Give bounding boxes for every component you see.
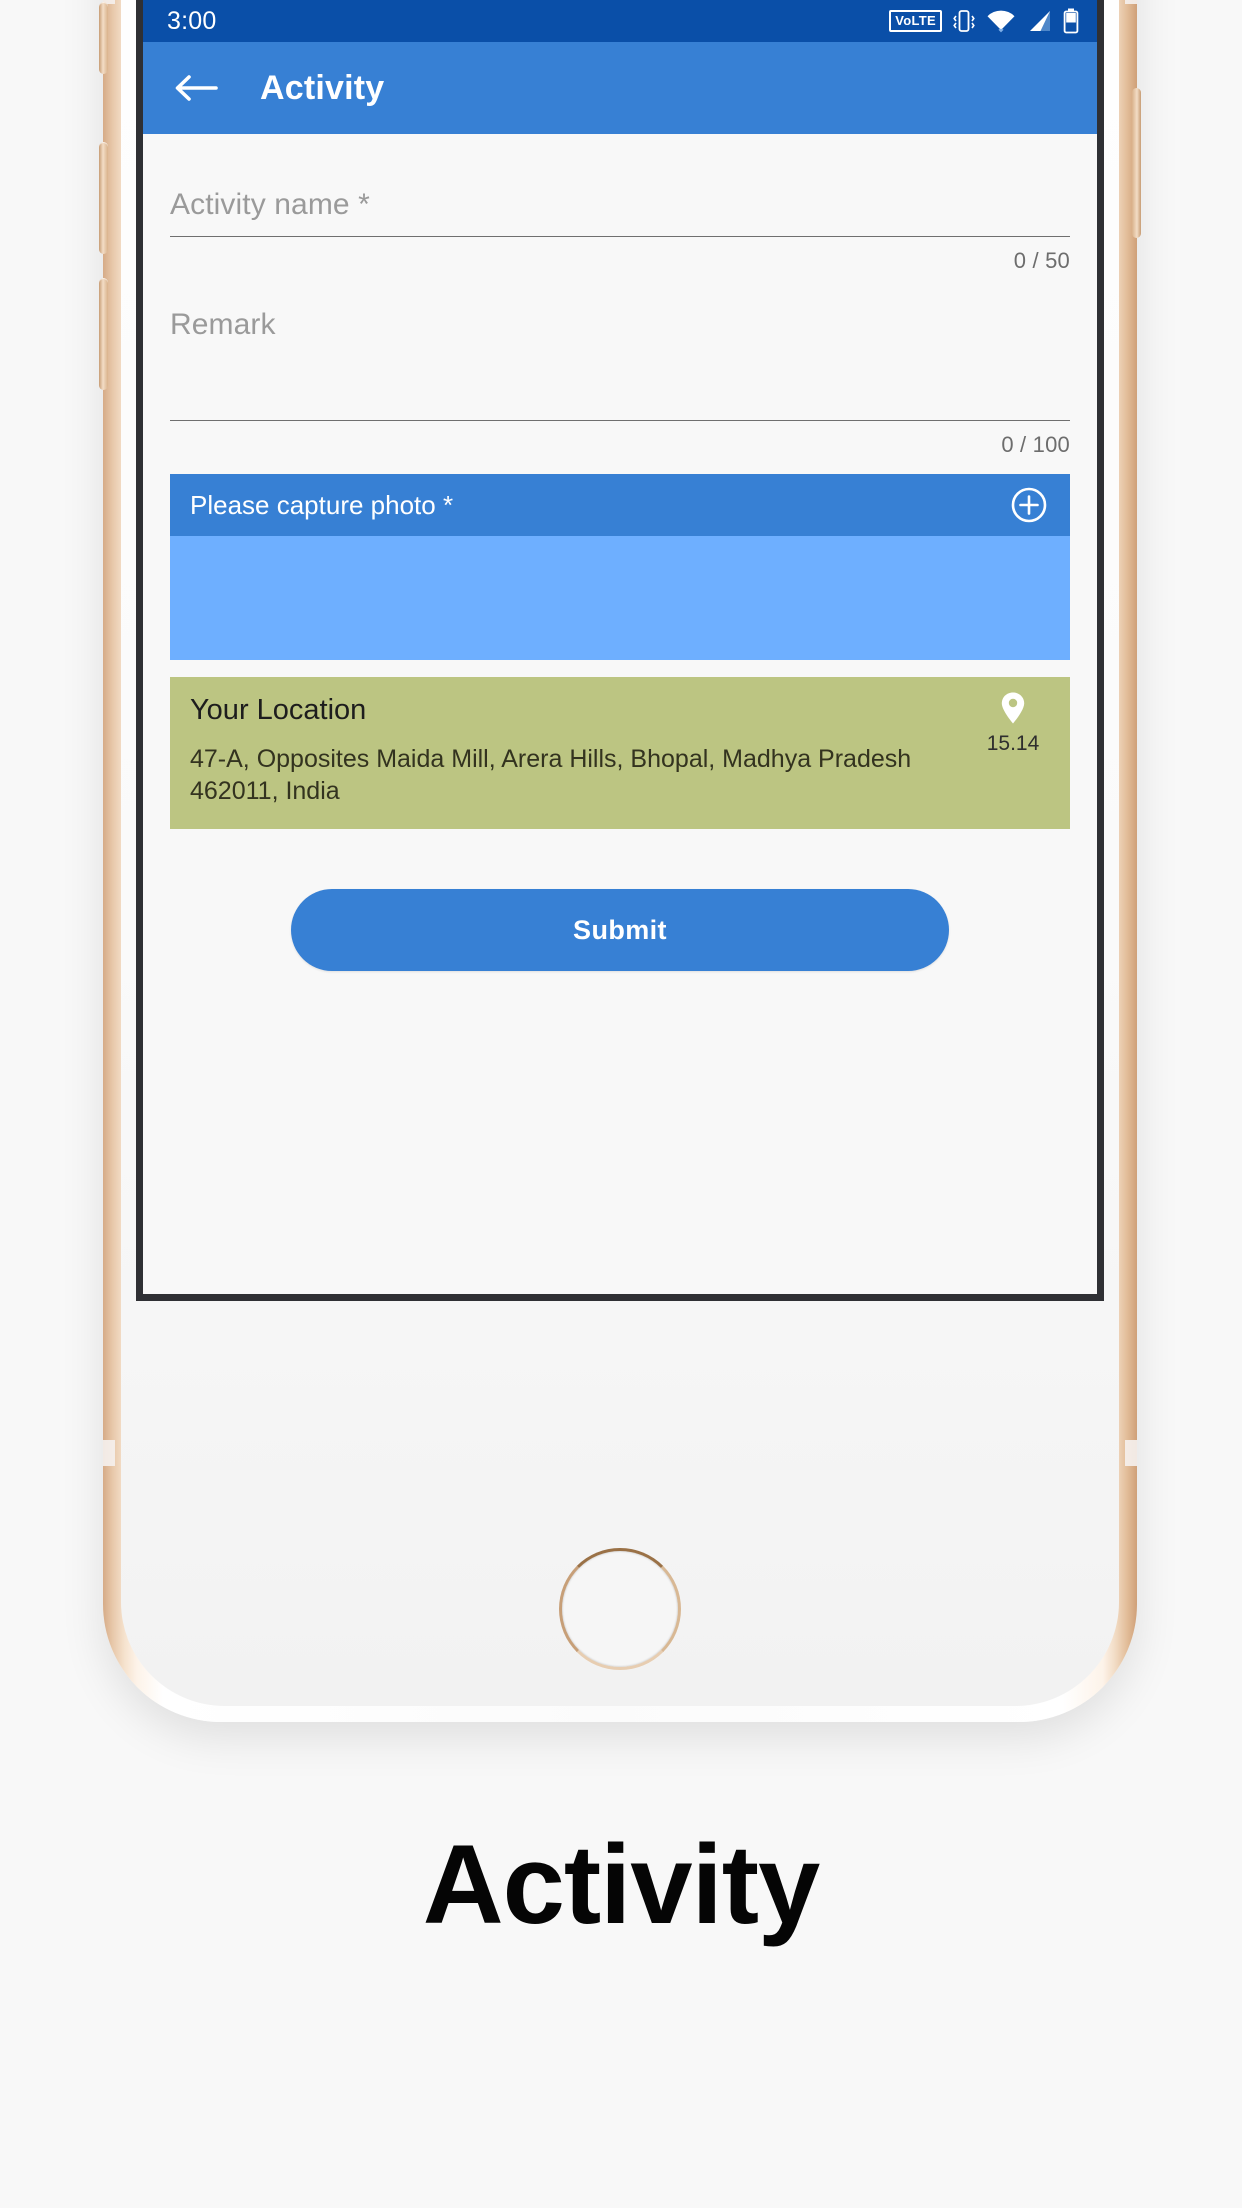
antenna-band xyxy=(1125,0,1137,4)
submit-row: Submit xyxy=(170,829,1070,971)
silent-switch[interactable] xyxy=(99,2,108,74)
antenna-band xyxy=(103,1440,115,1466)
app-screen: 3:00 VoLTE Activity Activity name * 0 / … xyxy=(143,0,1097,1294)
power-button[interactable] xyxy=(1132,88,1141,238)
remark-input-area[interactable] xyxy=(170,342,1070,420)
remark-placeholder: Remark xyxy=(170,308,276,341)
wifi-icon xyxy=(986,9,1016,33)
screenshot-caption: Activity xyxy=(422,1822,821,1947)
map-pin-icon xyxy=(1000,692,1026,729)
photo-thumbnail-area[interactable] xyxy=(170,536,1070,660)
volume-down-button[interactable] xyxy=(99,278,108,390)
activity-name-placeholder: Activity name * xyxy=(170,188,370,221)
phone-device-mockup: 3:00 VoLTE Activity Activity name * 0 / … xyxy=(99,0,1141,1722)
remark-counter: 0 / 100 xyxy=(1001,432,1070,457)
volume-up-button[interactable] xyxy=(99,142,108,254)
location-card: Your Location 15.14 47-A, Opposites Maid… xyxy=(170,677,1070,829)
battery-icon xyxy=(1063,8,1079,34)
status-bar-time: 3:00 xyxy=(167,6,217,35)
activity-name-counter: 0 / 50 xyxy=(1013,248,1070,273)
app-bar: Activity xyxy=(143,42,1097,134)
vibrate-icon xyxy=(953,8,975,34)
remark-field[interactable]: Remark 0 / 100 xyxy=(170,274,1070,458)
form-body: Activity name * 0 / 50 Remark 0 / 100 Pl… xyxy=(143,134,1097,971)
activity-name-field[interactable]: Activity name * 0 / 50 xyxy=(170,134,1070,274)
cellular-signal-icon xyxy=(1027,10,1052,33)
plus-circle-icon[interactable] xyxy=(1010,486,1048,524)
status-bar-icons: VoLTE xyxy=(889,8,1079,34)
volte-icon: VoLTE xyxy=(889,10,942,32)
photo-capture-label: Please capture photo * xyxy=(190,489,454,520)
location-accuracy-value: 15.14 xyxy=(986,732,1040,755)
location-accuracy-group: 15.14 xyxy=(978,691,1048,756)
status-bar: 3:00 VoLTE xyxy=(143,0,1097,42)
back-arrow-icon[interactable] xyxy=(173,65,219,111)
page-title: Activity xyxy=(260,68,385,107)
home-button[interactable] xyxy=(559,1548,681,1670)
location-address: 47-A, Opposites Maida Mill, Arera Hills,… xyxy=(190,745,912,805)
photo-capture-header: Please capture photo * xyxy=(170,474,1070,536)
antenna-band xyxy=(1125,1440,1137,1466)
screen-bezel: 3:00 VoLTE Activity Activity name * 0 / … xyxy=(136,0,1104,1301)
photo-capture-card: Please capture photo * xyxy=(170,474,1070,660)
location-title: Your Location xyxy=(190,694,367,726)
submit-button[interactable]: Submit xyxy=(291,889,949,971)
